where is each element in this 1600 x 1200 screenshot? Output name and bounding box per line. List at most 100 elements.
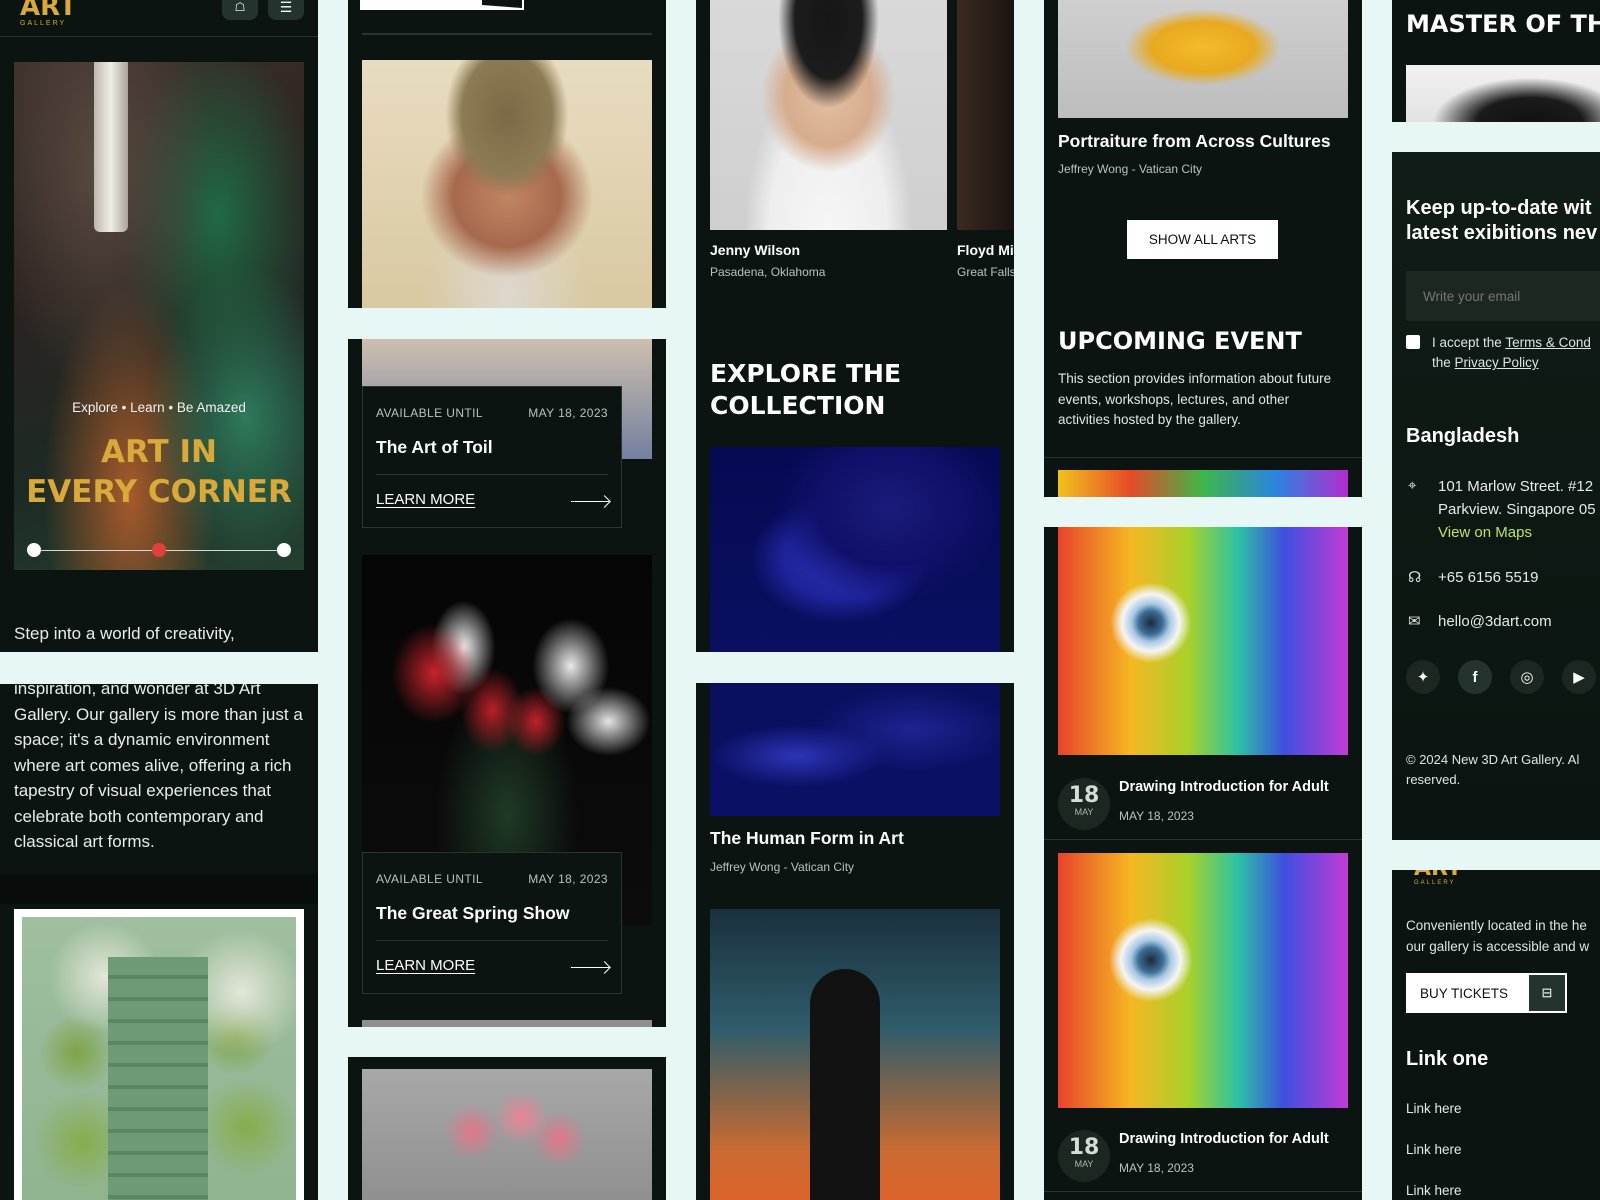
rainbow-sliver xyxy=(1058,470,1348,497)
instagram-icon: ◎ xyxy=(1520,669,1534,686)
event-divider-1 xyxy=(1044,839,1362,840)
section-divider xyxy=(0,874,318,904)
hero-tagline: Explore • Learn • Be Amazed xyxy=(72,400,246,415)
country-heading: Bangladesh xyxy=(1406,425,1520,447)
card1-arrow-icon[interactable] xyxy=(571,501,609,502)
buy-tickets-label: BUY TICKETS xyxy=(1420,985,1509,1001)
event1-month: MAY xyxy=(1074,807,1094,817)
col2-divider xyxy=(362,33,652,35)
logo[interactable]: ART GALLERY xyxy=(20,0,77,27)
card1-learn-more[interactable]: LEARN MORE xyxy=(376,491,475,508)
rainbow-eye-art-1 xyxy=(1058,527,1348,755)
slider-dot-2[interactable] xyxy=(152,543,166,557)
show-all-button[interactable]: SHOW ALL ARTS xyxy=(1127,220,1278,259)
event-divider-2 xyxy=(1044,1191,1362,1192)
ticket-icon: ⊟ xyxy=(1529,975,1565,1011)
explore-title: EXPLORE THE COLLECTION xyxy=(710,358,901,422)
buy-tickets-button[interactable]: BUY TICKETS ⊟ xyxy=(1406,973,1567,1013)
header-divider xyxy=(0,36,318,37)
card2-available: AVAILABLE UNTIL xyxy=(376,872,483,886)
art-card-spring[interactable]: AVAILABLE UNTIL MAY 18, 2023 The Great S… xyxy=(362,852,622,994)
footer-link-2[interactable]: Link here xyxy=(1406,1142,1462,1157)
col2-top-panel xyxy=(348,0,666,308)
card1-available: AVAILABLE UNTIL xyxy=(376,406,483,420)
email-input[interactable] xyxy=(1406,271,1600,321)
cart-button[interactable]: ☖ xyxy=(222,0,258,20)
silhouette-figure xyxy=(810,969,880,1200)
cart-icon: ☖ xyxy=(234,0,246,14)
master-image xyxy=(1406,65,1600,122)
col4-bottom-panel: 18 MAY Drawing Introduction for Adult MA… xyxy=(1044,527,1362,1200)
footer-link-3[interactable]: Link here xyxy=(1406,1183,1462,1198)
menu-button[interactable]: ☰ xyxy=(268,0,304,20)
youtube-button[interactable]: ▶ xyxy=(1562,660,1596,694)
green-house-building xyxy=(108,957,208,1200)
hero-title-line2: EVERY CORNER xyxy=(26,474,292,510)
event1-day: 18 xyxy=(1068,783,1100,808)
artist1-location: Pasadena, Oklahoma xyxy=(710,265,826,279)
col5-bottom-panel: ART GALLERY Conveniently located in the … xyxy=(1392,870,1600,1200)
accept-text: I accept the Terms & Cond the Privacy Po… xyxy=(1432,333,1591,373)
yellow-bag-art xyxy=(1058,0,1348,118)
newsletter-title-line2: latest exibitions nev xyxy=(1406,222,1598,244)
event2-title[interactable]: Drawing Introduction for Adult xyxy=(1119,1131,1329,1147)
human-form-title[interactable]: The Human Form in Art xyxy=(710,828,904,849)
address-line2: Parkview. Singapore 05 xyxy=(1438,501,1596,518)
col1-bottom-panel: inspiration, and wonder at 3D Art Galler… xyxy=(0,684,318,1200)
col2-bottom-panel xyxy=(348,1057,666,1200)
next-image-sliver xyxy=(362,1020,652,1027)
portraiture-title[interactable]: Portraiture from Across Cultures xyxy=(1058,131,1331,152)
col2-mid-panel: AVAILABLE UNTIL MAY 18, 2023 The Art of … xyxy=(348,339,666,1027)
event2-month: MAY xyxy=(1074,1159,1094,1169)
terms-link[interactable]: Terms & Cond xyxy=(1505,335,1591,350)
rainbow-eye-art-2 xyxy=(1058,853,1348,1108)
green-house-art xyxy=(22,917,296,1200)
view-on-maps-link[interactable]: View on Maps xyxy=(1438,524,1532,541)
col4-top-panel: Portraiture from Across Cultures Jeffrey… xyxy=(1044,0,1362,497)
located-text: Conveniently located in the he our galle… xyxy=(1406,916,1589,957)
explore-title-line1: EXPLORE THE xyxy=(710,359,902,388)
footer-logo-sub: GALLERY xyxy=(1414,880,1456,886)
slider-dot-1[interactable] xyxy=(27,543,41,557)
human-form-sub: Jeffrey Wong - Vatican City xyxy=(710,860,855,874)
headset-icon: ☊ xyxy=(1408,569,1422,586)
accept-checkbox[interactable] xyxy=(1406,335,1420,349)
event1-date: MAY 18, 2023 xyxy=(1119,809,1194,823)
event2-day: 18 xyxy=(1068,1135,1100,1160)
location-pin-icon: ⌖ xyxy=(1408,477,1417,494)
instagram-button[interactable]: ◎ xyxy=(1510,660,1544,694)
event1-title[interactable]: Drawing Introduction for Adult xyxy=(1119,779,1329,795)
col4-divider xyxy=(1044,457,1362,458)
col3-top-panel: Jenny Wilson Pasadena, Oklahoma Floyd Mi… xyxy=(696,0,1014,652)
card2-learn-more[interactable]: LEARN MORE xyxy=(376,957,475,974)
footer-logo[interactable]: ART GALLERY xyxy=(1414,870,1462,886)
artist2-name[interactable]: Floyd Mil xyxy=(957,242,1014,258)
top-button-remnant[interactable] xyxy=(360,0,524,10)
intro-text-b: inspiration, and wonder at 3D Art Galler… xyxy=(14,684,303,851)
col3-bottom-panel: The Human Form in Art Jeffrey Wong - Vat… xyxy=(696,683,1014,1200)
mail-icon: ✉ xyxy=(1408,613,1421,630)
footer-link-1[interactable]: Link here xyxy=(1406,1101,1462,1116)
copyright-text: © 2024 New 3D Art Gallery. Al reserved. xyxy=(1406,750,1579,790)
address-line1: 101 Marlow Street. #12 xyxy=(1438,478,1594,495)
twitter-button[interactable]: ✦ xyxy=(1406,660,1440,694)
privacy-link[interactable]: Privacy Policy xyxy=(1455,355,1539,370)
facebook-button[interactable]: f xyxy=(1458,660,1492,694)
card2-arrow-icon[interactable] xyxy=(571,967,609,968)
col5-top-panel: MASTER OF THE xyxy=(1392,0,1600,122)
card1-title: The Art of Toil xyxy=(376,437,493,457)
copyright-line1: © 2024 New 3D Art Gallery. Al xyxy=(1406,752,1580,767)
phone-number[interactable]: +65 6156 5519 xyxy=(1438,569,1539,586)
located-line1: Conveniently located in the he xyxy=(1406,918,1587,933)
card1-date: MAY 18, 2023 xyxy=(528,406,608,420)
card2-date: MAY 18, 2023 xyxy=(528,872,608,886)
art-card-toil[interactable]: AVAILABLE UNTIL MAY 18, 2023 The Art of … xyxy=(362,386,622,528)
explore-title-line2: COLLECTION xyxy=(710,391,886,420)
accept-text-1: I accept the xyxy=(1432,335,1502,350)
hero-title: ART IN EVERY CORNER xyxy=(14,432,304,512)
artist1-name[interactable]: Jenny Wilson xyxy=(710,242,800,258)
located-line2: our gallery is accessible and w xyxy=(1406,938,1590,954)
email-address[interactable]: hello@3dart.com xyxy=(1438,613,1552,630)
master-title: MASTER OF THE xyxy=(1406,10,1600,38)
slider-dot-3[interactable] xyxy=(277,543,291,557)
